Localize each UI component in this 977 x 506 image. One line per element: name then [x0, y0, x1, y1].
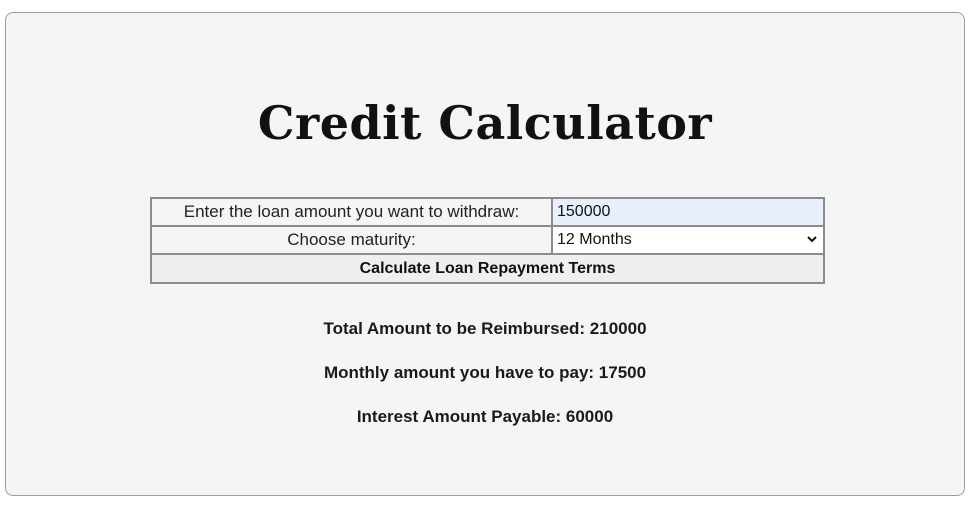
maturity-cell: 12 Months [551, 225, 825, 255]
calculator-card: Credit Calculator Enter the loan amount … [5, 12, 965, 496]
maturity-label: Choose maturity: [150, 225, 553, 255]
submit-cell: Calculate Loan Repayment Terms [150, 253, 825, 284]
monthly-payment-text: Monthly amount you have to pay: 17500 [323, 363, 647, 382]
submit-row: Calculate Loan Repayment Terms [150, 253, 825, 284]
results-section: Total Amount to be Reimbursed: 210000 Mo… [6, 318, 964, 450]
total-reimbursed-text: Total Amount to be Reimbursed: 210000 [323, 319, 647, 338]
chevron-down-icon [807, 236, 817, 243]
amount-cell [551, 197, 825, 227]
amount-label: Enter the loan amount you want to withdr… [150, 197, 553, 227]
loan-form-table: Enter the loan amount you want to withdr… [150, 197, 825, 284]
calculate-button[interactable]: Calculate Loan Repayment Terms [152, 255, 823, 282]
maturity-select[interactable]: 12 Months [553, 227, 823, 253]
interest-payable-text: Interest Amount Payable: 60000 [356, 407, 614, 426]
amount-row: Enter the loan amount you want to withdr… [150, 197, 825, 227]
maturity-selected-value: 12 Months [557, 231, 632, 248]
page-title: Credit Calculator [257, 96, 713, 150]
loan-amount-input[interactable] [553, 199, 823, 225]
maturity-row: Choose maturity: 12 Months [150, 225, 825, 255]
